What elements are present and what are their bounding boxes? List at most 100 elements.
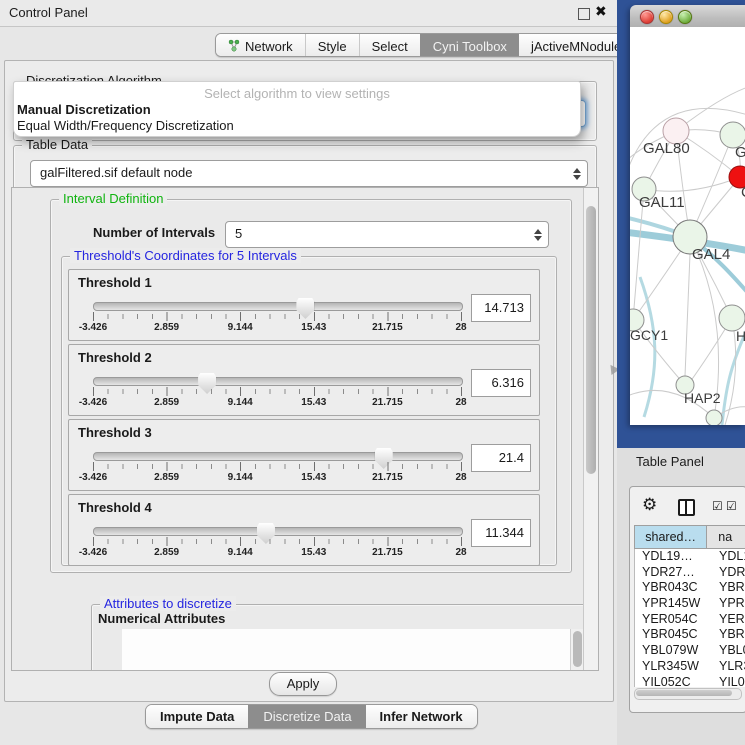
cell-shared-name: YBR045C [635, 627, 708, 643]
number-of-intervals-combobox[interactable]: 5 [225, 221, 549, 248]
cell-shared-name: YBL079W [635, 643, 708, 659]
tick-label: -3.426 [79, 547, 107, 558]
slider-track[interactable] [93, 452, 463, 461]
thresholds-group: Threshold's Coordinates for 5 Intervals … [61, 256, 557, 566]
cell-shared-name: YIL052C [635, 675, 708, 688]
group-label: Threshold's Coordinates for 5 Intervals [70, 248, 301, 263]
table-row[interactable]: YBR043C YBR0 [635, 580, 745, 596]
bottom-tab-bar: Impute Data Discretize Data Infer Networ… [145, 704, 478, 729]
interval-definition-group: Interval Definition Number of Intervals … [50, 199, 572, 573]
table-data-combobox[interactable]: galFiltered.sif default node [30, 160, 588, 187]
slider-track[interactable] [93, 302, 463, 311]
tick-label: 9.144 [228, 322, 253, 333]
list-item[interactable] [122, 633, 584, 635]
slider-tick-labels: -3.426 2.859 9.144 15.43 21.715 28 [93, 547, 461, 560]
tab-discretize-data[interactable]: Discretize Data [248, 705, 365, 728]
cell-shared-name: YLR345W [635, 659, 708, 675]
network-window-titlebar[interactable] [630, 5, 745, 28]
dropdown-option-manual[interactable]: Manual Discretization [17, 102, 151, 117]
threshold-value-field[interactable]: 21.4 [471, 444, 531, 472]
threshold-value-field[interactable]: 14.713 [471, 294, 531, 322]
node-label: GA [735, 144, 745, 161]
top-tab-bar: Network Style Select Cyni Toolbox jActiv… [215, 33, 641, 57]
network-canvas[interactable]: GAL80 GA C GAL11 GAL4 GCY1 H HAP2 [630, 27, 745, 425]
node-table: shared… na YDL19… YDL1 YDR27… YDR2 YBR04… [634, 525, 745, 549]
apply-button[interactable]: Apply [269, 672, 337, 696]
cell-shared-name: YDR27… [635, 565, 708, 581]
checkbox-icon[interactable]: ☑ [726, 499, 737, 513]
tick-label: 15.43 [301, 472, 326, 483]
tick-label: 21.715 [372, 547, 403, 558]
minimize-traffic-light-icon[interactable] [659, 10, 673, 24]
slider-track[interactable] [93, 527, 463, 536]
threshold-value-field[interactable]: 6.316 [471, 369, 531, 397]
dropdown-option-equal-width[interactable]: Equal Width/Frequency Discretization [17, 118, 234, 133]
number-of-intervals-label: Number of Intervals [93, 225, 215, 240]
tick-label: 15.43 [301, 322, 326, 333]
cell-shared-name: YER054C [635, 612, 708, 628]
table-row[interactable]: YDL19… YDL1 [635, 549, 745, 565]
tick-label: 21.715 [372, 397, 403, 408]
group-label: Table Data [22, 137, 92, 152]
tick-label: 28 [455, 472, 466, 483]
zoom-traffic-light-icon[interactable] [678, 10, 692, 24]
vertical-scrollbar-thumb[interactable] [586, 206, 596, 474]
tab-style[interactable]: Style [305, 34, 359, 56]
slider-major-ticks [93, 462, 462, 471]
tab-impute-data[interactable]: Impute Data [146, 705, 248, 728]
column-header-shared-name[interactable]: shared… [635, 526, 707, 548]
table-header-row: shared… na [634, 525, 745, 549]
combobox-value: galFiltered.sif default node [40, 165, 192, 180]
table-row[interactable]: YER054C YER0 [635, 612, 745, 628]
horizontal-scrollbar[interactable] [634, 688, 742, 700]
close-icon[interactable]: ✖ [595, 3, 607, 20]
list-scrollbar[interactable] [570, 629, 584, 671]
gear-icon[interactable]: ⚙ [642, 495, 657, 515]
threshold-value-field[interactable]: 11.344 [471, 519, 531, 547]
tick-label: 28 [455, 322, 466, 333]
control-panel: Control Panel ✖ Network Style Select Cyn… [0, 0, 617, 745]
cell-name: YPR1 [708, 596, 745, 612]
horizontal-scrollbar-thumb[interactable] [636, 690, 732, 696]
tick-label: -3.426 [79, 472, 107, 483]
column-header-name[interactable]: na [707, 526, 745, 548]
threshold-label: Threshold 3 [78, 425, 152, 440]
table-row[interactable]: YPR145W YPR1 [635, 596, 745, 612]
tab-select[interactable]: Select [359, 34, 420, 56]
cell-name: YER0 [708, 612, 745, 628]
cell-name: YDL1 [708, 549, 745, 565]
tab-infer-network[interactable]: Infer Network [366, 705, 477, 728]
node-label: GAL4 [692, 246, 730, 263]
float-window-icon[interactable] [578, 8, 590, 20]
slider-zone: -3.426 2.859 9.144 15.43 21.715 28 [93, 448, 462, 488]
slider-major-ticks [93, 312, 462, 321]
numerical-attributes-list [122, 629, 584, 671]
tick-label: 2.859 [154, 397, 179, 408]
columns-icon[interactable] [678, 499, 695, 516]
tick-label: 21.715 [372, 472, 403, 483]
tab-network[interactable]: Network [216, 34, 305, 56]
settings-scroll-area: Interval Definition Number of Intervals … [11, 187, 599, 671]
stepper-arrows-icon [573, 167, 582, 181]
cell-shared-name: YBR043C [635, 580, 708, 596]
table-row[interactable]: YBR045C YBR0 [635, 627, 745, 643]
table-row[interactable]: YDR27… YDR2 [635, 565, 745, 581]
slider-track[interactable] [93, 377, 463, 386]
slider-tick-labels: -3.426 2.859 9.144 15.43 21.715 28 [93, 322, 461, 335]
list-scrollbar-thumb[interactable] [573, 631, 582, 667]
tick-label: 2.859 [154, 472, 179, 483]
tick-label: 15.43 [301, 397, 326, 408]
tab-cyni-toolbox[interactable]: Cyni Toolbox [420, 34, 519, 56]
stepper-arrows-icon [534, 228, 543, 242]
threshold-box: Threshold 1 -3.426 2.859 9.144 [68, 269, 540, 341]
table-row[interactable]: YLR345W YLR3 [635, 659, 745, 675]
close-traffic-light-icon[interactable] [640, 10, 654, 24]
table-row[interactable]: YIL052C YIL0 [635, 675, 745, 688]
node-label: C [741, 184, 745, 201]
cell-name: YDR2 [708, 565, 745, 581]
table-row[interactable]: YBL079W YBL0 [635, 643, 745, 659]
checkbox-icon[interactable]: ☑ [712, 499, 723, 513]
vertical-scrollbar[interactable] [583, 188, 598, 670]
table-panel-title: Table Panel [636, 454, 704, 469]
node-partial[interactable] [706, 410, 722, 425]
